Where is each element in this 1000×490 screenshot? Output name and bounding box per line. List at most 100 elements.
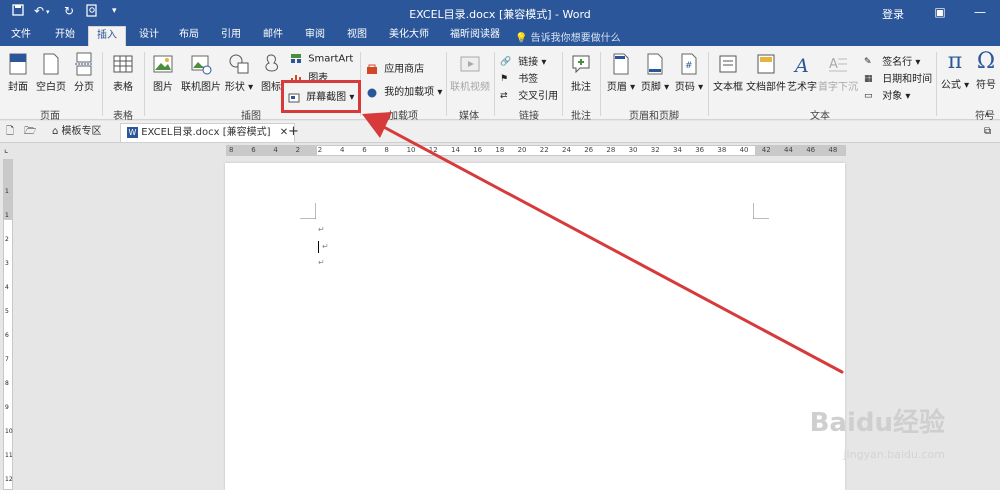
vertical-ruler-tick-label: 9 [5, 404, 9, 411]
comment-button[interactable]: 批注 [566, 52, 596, 93]
icons-icon [265, 54, 278, 72]
login-link[interactable]: 登录 [882, 6, 904, 22]
signature-icon: ✎ [864, 56, 872, 67]
ruler-tick-label: 14 [451, 146, 460, 154]
baidu-watermark: Baidu经验 [809, 408, 945, 438]
cover-button[interactable]: 封面 [4, 52, 32, 93]
current-document-label: EXCEL目录.docx [兼容模式] [141, 127, 271, 138]
add-tab-icon[interactable]: + [288, 123, 299, 142]
vertical-ruler[interactable]: 1 1 2 3 4 5 6 7 8 9 10 11 12 [0, 159, 16, 490]
ruler-tick-label: 24 [562, 146, 571, 154]
equation-button[interactable]: π 公式 ▾ [940, 50, 970, 92]
chevron-down-icon: ▾ [248, 82, 254, 93]
ruler-tick-label: 20 [517, 146, 527, 154]
symbol-label: 符号 [976, 80, 996, 91]
shapes-button[interactable]: 形状 ▾ [224, 52, 254, 93]
ruler-tick-label: 6 [251, 146, 256, 154]
calendar-icon: ▦ [864, 73, 873, 84]
chevron-down-icon: ▾ [698, 82, 704, 93]
textbox-button[interactable]: 文本框 [712, 52, 744, 93]
ruler-tick-label: 8 [384, 146, 389, 154]
document-parts-button[interactable]: 文档部件 [746, 52, 786, 93]
table-button[interactable]: 表格 [108, 52, 138, 93]
picture-icon [153, 55, 173, 73]
tab-layout[interactable]: 布局 [174, 26, 204, 46]
divider [936, 52, 937, 116]
page-number-label: 页码 [674, 82, 695, 93]
my-addins-button[interactable]: 我的加载项 ▾ [366, 83, 442, 98]
tab-selector-icon[interactable]: ⌞ [4, 145, 8, 155]
smartart-button[interactable]: SmartArt [290, 53, 353, 65]
footer-button[interactable]: 页脚 ▾ [640, 52, 670, 93]
tell-me-box[interactable]: 💡 告诉我你想要做什么 [515, 29, 621, 44]
symbol-button[interactable]: Ω 符号 [972, 49, 1000, 92]
ruler-tick-label: 8 [229, 146, 234, 154]
header-button[interactable]: 页眉 ▾ [606, 52, 636, 93]
document-page[interactable]: ↵ ↵ ↵ [225, 163, 845, 490]
signature-line-button[interactable]: ✎ 签名行 ▾ [864, 53, 921, 69]
my-addins-icon [367, 88, 377, 97]
tables-group-label: 表格 [113, 111, 133, 122]
restore-window-icon[interactable]: ⧉ [984, 123, 991, 142]
ribbon-display-icon[interactable]: ▣ [928, 3, 952, 21]
tab-view[interactable]: 视图 [342, 26, 372, 46]
tab-file[interactable]: 文件 [8, 26, 34, 46]
collapse-ribbon-icon[interactable]: ∧ [984, 110, 990, 119]
close-icon[interactable]: ✕ [280, 127, 288, 138]
ruler-tick-label: 38 [717, 146, 727, 154]
templates-tab[interactable]: ⌂ 模板专区 [52, 123, 102, 142]
page-number-button[interactable]: # 页码 ▾ [674, 52, 704, 93]
page-break-button[interactable]: 分页 [70, 52, 98, 93]
picture-button[interactable]: 图片 [148, 52, 178, 93]
blank-page-label: 空白页 [36, 82, 66, 93]
chevron-down-icon: ▾ [915, 57, 921, 68]
tab-insert[interactable]: 插入 [88, 26, 126, 46]
tell-me-text: 告诉我你想要做什么 [530, 33, 621, 44]
blank-page-button[interactable]: 空白页 [34, 52, 68, 93]
addins-group-label: 加载项 [388, 111, 418, 122]
cross-reference-button[interactable]: ⇄ 交叉引用 [500, 87, 558, 103]
online-picture-label: 联机图片 [181, 82, 221, 93]
footer-label: 页脚 [640, 82, 661, 93]
tab-foxit[interactable]: 福昕阅读器 [446, 26, 504, 46]
object-icon: ▭ [864, 90, 873, 101]
link-button[interactable]: 🔗 链接 ▾ [500, 53, 546, 69]
online-video-button[interactable]: 联机视频 [450, 52, 490, 93]
online-picture-button[interactable]: 联机图片 [180, 52, 222, 93]
bookmark-button[interactable]: ⚑ 书签 [500, 70, 538, 86]
illustrations-group-label: 插图 [241, 111, 261, 122]
tab-mailings[interactable]: 邮件 [258, 26, 288, 46]
ribbon: 封面 空白页 分页 页面 表格 表格 图片 联机图片 形状 ▾ 图标 Smart… [0, 46, 1000, 122]
tab-design[interactable]: 设计 [134, 26, 164, 46]
datetime-button[interactable]: ▦ 日期和时间 [864, 70, 933, 86]
tab-review[interactable]: 审阅 [300, 26, 330, 46]
ruler-tick-label: 32 [650, 146, 660, 154]
link-icon: 🔗 [500, 56, 512, 67]
links-group-label: 链接 [519, 111, 539, 122]
ruler-tick-label: 10 [406, 146, 416, 154]
document-tabs: 🗋 🗁 ⌂ 模板专区 W EXCEL目录.docx [兼容模式] ✕ + ⧉ [0, 121, 1000, 143]
dropcap-button[interactable]: A 首字下沉 [818, 52, 858, 93]
wordart-button[interactable]: A 艺术字 [786, 52, 818, 93]
store-button[interactable]: 应用商店 [366, 60, 424, 75]
chevron-down-icon: ▾ [664, 82, 670, 93]
comment-label: 批注 [571, 82, 591, 93]
object-button[interactable]: ▭ 对象 ▾ [864, 87, 910, 103]
folder-icon[interactable]: 🗁 [24, 123, 36, 142]
text-group-label: 文本 [810, 111, 830, 122]
tab-references[interactable]: 引用 [216, 26, 246, 46]
wordart-label: 艺术字 [787, 82, 817, 93]
svg-text:#: # [685, 61, 693, 71]
horizontal-ruler[interactable]: 8 6 4 2 2 4 6 8 10 12 14 16 18 20 22 24 26 28 30 32 34 36 38 40… [226, 145, 846, 156]
ruler-tick-label: 46 [806, 146, 816, 154]
icons-label: 图标 [261, 82, 281, 93]
vertical-ruler-tick-label: 8 [5, 380, 9, 387]
tab-beautify[interactable]: 美化大师 [384, 26, 434, 46]
datetime-label: 日期和时间 [882, 74, 933, 85]
chevron-down-icon: ▾ [630, 82, 636, 93]
current-document-tab[interactable]: W EXCEL目录.docx [兼容模式] ✕ [120, 123, 296, 142]
minimize-icon[interactable]: — [968, 3, 992, 21]
tab-home[interactable]: 开始 [50, 26, 80, 46]
new-document-icon[interactable]: 🗋 [6, 123, 14, 142]
omega-icon: Ω [976, 49, 996, 74]
